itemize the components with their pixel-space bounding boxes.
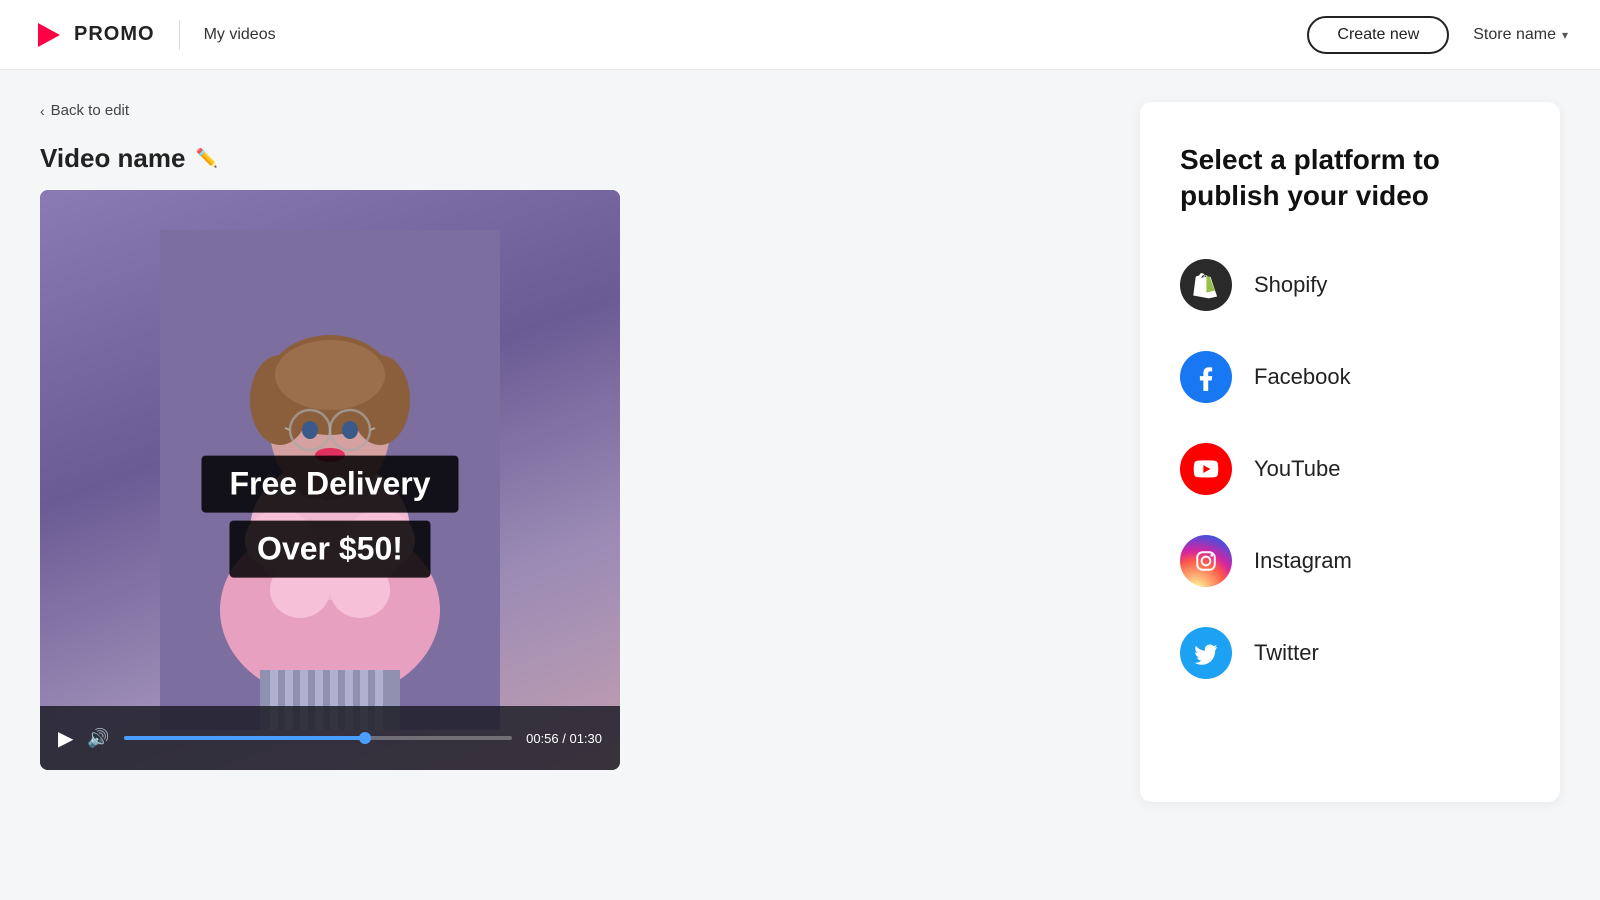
platform-item-twitter[interactable]: Twitter — [1180, 623, 1520, 683]
video-player: Free Delivery Over $50! ▶ 🔊 00:56 / 01:3… — [40, 190, 620, 770]
store-name-label: Store name — [1473, 26, 1556, 44]
instagram-label: Instagram — [1254, 548, 1352, 574]
play-button[interactable]: ▶ — [58, 726, 73, 751]
my-videos-link[interactable]: My videos — [204, 26, 276, 44]
promo-logo-icon — [32, 19, 64, 51]
back-to-edit-label: Back to edit — [51, 102, 129, 119]
facebook-label: Facebook — [1254, 364, 1351, 390]
video-name-text: Video name — [40, 143, 185, 174]
logo: PROMO — [32, 19, 155, 51]
facebook-icon — [1180, 351, 1232, 403]
video-overlay-text-2: Over $50! — [229, 521, 431, 578]
shopify-label: Shopify — [1254, 272, 1327, 298]
back-to-edit-link[interactable]: ‹ Back to edit — [40, 102, 129, 119]
youtube-icon — [1180, 443, 1232, 495]
platform-item-youtube[interactable]: YouTube — [1180, 439, 1520, 499]
main-content: ‹ Back to edit Video name ✏️ — [0, 70, 1600, 900]
left-panel: ‹ Back to edit Video name ✏️ — [40, 102, 1100, 868]
platform-item-facebook[interactable]: Facebook — [1180, 347, 1520, 407]
twitter-icon — [1180, 627, 1232, 679]
logo-text: PROMO — [74, 23, 155, 46]
platform-list: Shopify Facebook YouTube — [1180, 255, 1520, 683]
instagram-icon — [1180, 535, 1232, 587]
header-right: Create new Store name ▾ — [1307, 16, 1568, 54]
platform-item-shopify[interactable]: Shopify — [1180, 255, 1520, 315]
volume-button[interactable]: 🔊 — [87, 728, 109, 749]
shopify-icon — [1180, 259, 1232, 311]
video-background: Free Delivery Over $50! — [40, 190, 620, 770]
video-text-overlays: Free Delivery Over $50! — [201, 456, 458, 578]
back-arrow-icon: ‹ — [40, 103, 45, 119]
edit-video-name-icon[interactable]: ✏️ — [195, 148, 217, 169]
panel-title: Select a platform to publish your video — [1180, 142, 1520, 215]
time-display: 00:56 / 01:30 — [526, 731, 602, 746]
video-name-row: Video name ✏️ — [40, 143, 1100, 174]
twitter-label: Twitter — [1254, 640, 1319, 666]
create-new-button[interactable]: Create new — [1307, 16, 1449, 54]
youtube-label: YouTube — [1254, 456, 1340, 482]
platform-item-instagram[interactable]: Instagram — [1180, 531, 1520, 591]
header: PROMO My videos Create new Store name ▾ — [0, 0, 1600, 70]
header-divider — [179, 20, 180, 50]
video-controls: ▶ 🔊 00:56 / 01:30 — [40, 706, 620, 770]
progress-bar[interactable] — [124, 736, 512, 740]
store-name-dropdown[interactable]: Store name ▾ — [1473, 26, 1568, 44]
video-overlay-text-1: Free Delivery — [201, 456, 458, 513]
progress-fill — [124, 736, 365, 740]
progress-dot — [359, 732, 371, 744]
chevron-down-icon: ▾ — [1562, 28, 1568, 42]
platform-selection-panel: Select a platform to publish your video … — [1140, 102, 1560, 802]
